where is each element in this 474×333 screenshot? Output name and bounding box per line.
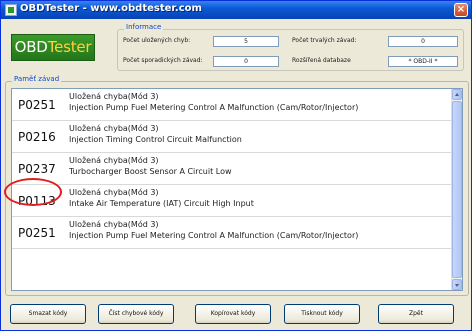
fault-row[interactable]: P0251 Uložená chyba(Mód 3) Injection Pum… bbox=[12, 217, 452, 249]
fault-status: Uložená chyba(Mód 3) bbox=[69, 124, 159, 133]
logo-part-tester: Tester bbox=[47, 38, 92, 56]
fault-row[interactable]: P0251 Uložená chyba(Mód 3) Injection Pum… bbox=[12, 89, 452, 121]
fault-row[interactable]: P0216 Uložená chyba(Mód 3) Injection Tim… bbox=[12, 121, 452, 153]
fault-row[interactable]: P0237 Uložená chyba(Mód 3) Turbocharger … bbox=[12, 153, 452, 185]
fault-description: Injection Timing Control Circuit Malfunc… bbox=[69, 135, 242, 144]
sporadic-faults-value: 0 bbox=[213, 56, 279, 67]
scroll-up-arrow-icon[interactable] bbox=[452, 89, 462, 100]
logo-part-obd: OBD bbox=[14, 38, 48, 56]
clear-codes-button[interactable]: Smazat kódy bbox=[10, 304, 86, 324]
app-icon bbox=[5, 4, 17, 16]
fault-description: Turbocharger Boost Sensor A Circuit Low bbox=[69, 167, 232, 176]
fault-description: Injection Pump Fuel Metering Control A M… bbox=[69, 231, 359, 240]
fault-code: P0216 bbox=[18, 130, 56, 144]
main-window: OBDTester - www.obdtester.com × OBDTeste… bbox=[0, 0, 472, 331]
fault-status: Uložená chyba(Mód 3) bbox=[69, 188, 159, 197]
stored-faults-label: Počet uložených chyb: bbox=[123, 37, 191, 44]
title-bar[interactable]: OBDTester - www.obdtester.com × bbox=[1, 1, 471, 19]
fault-status: Uložená chyba(Mód 3) bbox=[69, 92, 159, 101]
fault-description: Intake Air Temperature (IAT) Circuit Hig… bbox=[69, 199, 254, 208]
fault-code: P0251 bbox=[18, 98, 56, 112]
read-codes-button[interactable]: Číst chybové kódy bbox=[98, 304, 174, 324]
fault-code: P0251 bbox=[18, 226, 56, 240]
permanent-faults-value: 0 bbox=[388, 36, 458, 47]
fault-row[interactable]: P0113 Uložená chyba(Mód 3) Intake Air Te… bbox=[12, 185, 452, 217]
extended-database-label: Rozšířená databaze bbox=[292, 57, 351, 64]
fault-code: P0113 bbox=[18, 194, 56, 208]
stored-faults-value: 5 bbox=[213, 36, 279, 47]
vertical-scrollbar[interactable] bbox=[451, 89, 462, 290]
scroll-thumb[interactable] bbox=[452, 101, 462, 278]
sporadic-faults-label: Počet sporadických závad: bbox=[123, 57, 203, 64]
permanent-faults-label: Počet trvalých závad: bbox=[292, 37, 357, 44]
fault-memory-group: Paměť závad P0251 Uložená chyba(Mód 3) I… bbox=[5, 75, 469, 296]
close-button[interactable]: × bbox=[454, 3, 468, 17]
obdtester-logo: OBDTester bbox=[11, 34, 95, 61]
info-group-label: Informace bbox=[124, 23, 164, 31]
fault-code: P0237 bbox=[18, 162, 56, 176]
fault-description: Injection Pump Fuel Metering Control A M… bbox=[69, 103, 359, 112]
fault-memory-label: Paměť závad bbox=[12, 75, 62, 83]
print-codes-button[interactable]: Tisknout kódy bbox=[284, 304, 360, 324]
back-button[interactable]: Zpět bbox=[378, 304, 454, 324]
fault-status: Uložená chyba(Mód 3) bbox=[69, 156, 159, 165]
fault-status: Uložená chyba(Mód 3) bbox=[69, 220, 159, 229]
extended-database-value: * OBD-II * bbox=[388, 56, 458, 67]
info-group: Informace Počet uložených chyb: 5 Počet … bbox=[117, 23, 464, 71]
scroll-down-arrow-icon[interactable] bbox=[452, 279, 462, 290]
fault-code-list[interactable]: P0251 Uložená chyba(Mód 3) Injection Pum… bbox=[11, 88, 463, 291]
button-bar: Smazat kódy Číst chybové kódy Kopírovat … bbox=[1, 304, 473, 326]
window-title: OBDTester - www.obdtester.com bbox=[20, 3, 202, 14]
copy-codes-button[interactable]: Kopírovat kódy bbox=[195, 304, 271, 324]
